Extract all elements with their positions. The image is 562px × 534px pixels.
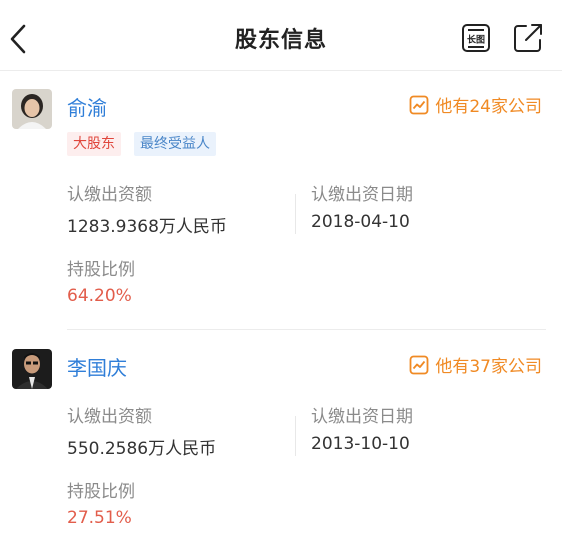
column-divider xyxy=(295,194,296,234)
shareholder-card[interactable]: 李国庆 他有37家公司 认缴出资额 550.2586万人民币 认缴出资日期 20… xyxy=(0,332,562,534)
ratio-label: 持股比例 xyxy=(67,482,135,502)
share-icon[interactable] xyxy=(512,22,544,54)
tag-major-shareholder: 大股东 xyxy=(67,132,121,156)
divider xyxy=(67,329,546,330)
nav-header: 股东信息 长图 xyxy=(0,0,562,71)
date-label: 认缴出资日期 xyxy=(311,185,413,205)
companies-count: 他有24家公司 xyxy=(435,97,542,117)
date-label: 认缴出资日期 xyxy=(311,407,413,427)
avatar xyxy=(12,89,52,129)
shareholder-name[interactable]: 俞渝 xyxy=(67,92,107,121)
long-image-icon[interactable]: 长图 xyxy=(460,22,492,54)
date-value: 2018-04-10 xyxy=(311,212,410,232)
date-value: 2013-10-10 xyxy=(311,434,410,454)
chart-icon xyxy=(409,95,429,114)
subscribed-label: 认缴出资额 xyxy=(67,407,152,427)
shareholder-name[interactable]: 李国庆 xyxy=(67,352,127,381)
subscribed-value: 1283.9368万人民币 xyxy=(67,217,227,237)
long-image-icon-text: 长图 xyxy=(467,34,485,46)
ratio-value: 27.51% xyxy=(67,508,132,528)
companies-count: 他有37家公司 xyxy=(435,357,542,377)
chart-icon xyxy=(409,355,429,374)
column-divider xyxy=(295,416,296,456)
tag-beneficiary: 最终受益人 xyxy=(134,132,216,156)
subscribed-value: 550.2586万人民币 xyxy=(67,439,217,459)
companies-link[interactable]: 他有24家公司 xyxy=(409,92,542,117)
ratio-value: 64.20% xyxy=(67,286,132,306)
avatar xyxy=(12,349,52,389)
ratio-label: 持股比例 xyxy=(67,260,135,280)
shareholder-card[interactable]: 俞渝 他有24家公司 大股东 最终受益人 认缴出资额 1283.9368万人民币… xyxy=(0,70,562,332)
companies-link[interactable]: 他有37家公司 xyxy=(409,352,542,377)
subscribed-label: 认缴出资额 xyxy=(67,185,152,205)
